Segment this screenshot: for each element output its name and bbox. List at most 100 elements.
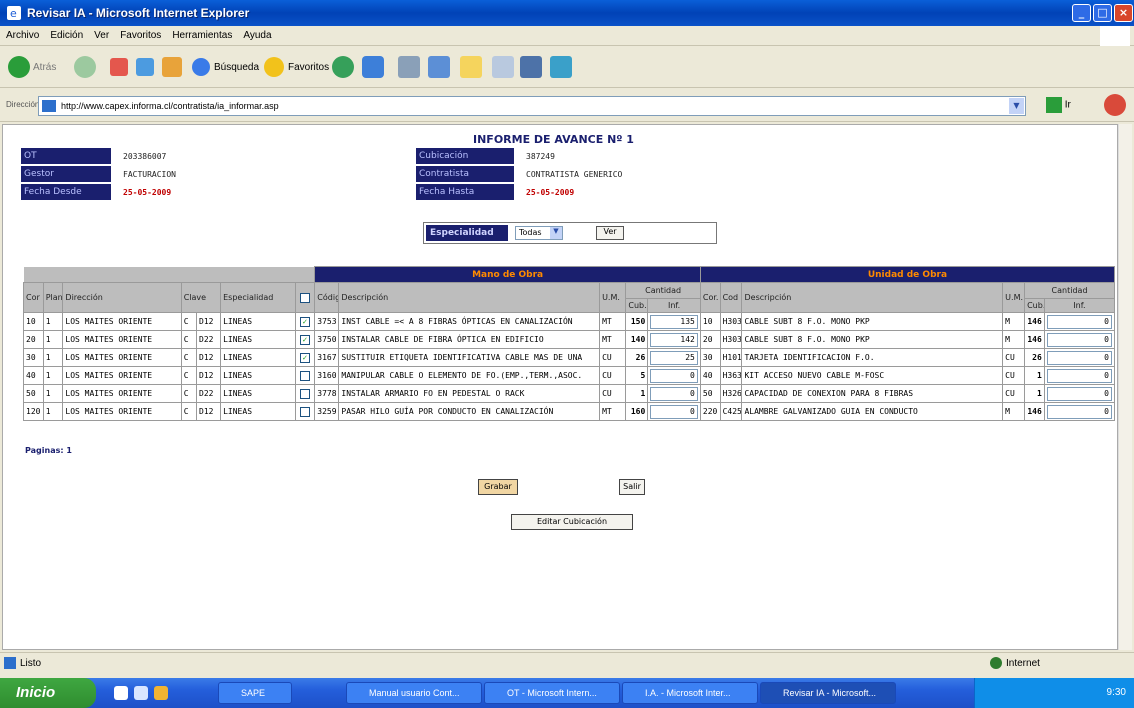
- cubicacion-value: 387249: [526, 152, 555, 161]
- cell-cor: 40: [23, 366, 44, 385]
- cell-descripcion2: ALAMBRE GALVANIZADO GUIA EN CONDUCTO: [741, 402, 1004, 421]
- informado-input[interactable]: 0: [650, 404, 698, 419]
- refresh-button[interactable]: [136, 54, 154, 80]
- row-checkbox[interactable]: ✓: [299, 352, 310, 363]
- address-input[interactable]: http://www.capex.informa.cl/contratista/…: [38, 96, 1026, 116]
- cell-clave: C: [180, 312, 198, 331]
- cell-clave: C: [180, 402, 198, 421]
- ver-button[interactable]: Ver: [596, 226, 624, 240]
- informado-input[interactable]: 0: [650, 386, 698, 401]
- cell-cor: 120: [23, 402, 44, 421]
- cell-clave-code: D12: [196, 312, 222, 331]
- home-button[interactable]: [162, 54, 182, 80]
- informado-unidad-input[interactable]: 0: [1046, 368, 1112, 383]
- quicklaunch-ie-icon[interactable]: [114, 686, 128, 700]
- edit-button[interactable]: [428, 54, 450, 80]
- cell-codigo: 3750: [314, 330, 340, 349]
- stop-icon: [110, 58, 128, 76]
- unidad-obra-header: Unidad de Obra: [699, 266, 1116, 283]
- print-button[interactable]: [398, 54, 420, 80]
- cell-um2: CU: [1002, 384, 1026, 403]
- row-checkbox[interactable]: ✓: [299, 316, 310, 327]
- informado-unidad-input[interactable]: 0: [1046, 386, 1112, 401]
- cell-cor: 20: [23, 330, 44, 349]
- history-button[interactable]: [332, 54, 354, 80]
- cell-cor: 30: [23, 348, 44, 367]
- links-icon[interactable]: [1104, 94, 1126, 116]
- go-button[interactable]: Ir: [1046, 97, 1086, 115]
- informado-unidad-input[interactable]: 0: [1046, 332, 1112, 347]
- cell-cor: 50: [23, 384, 44, 403]
- cell-cor2: 220: [699, 402, 721, 421]
- quicklaunch-media-icon[interactable]: [154, 686, 168, 700]
- stop-button[interactable]: [110, 54, 128, 80]
- menu-edicion[interactable]: Edición: [44, 26, 88, 41]
- start-button[interactable]: Inicio: [0, 678, 96, 708]
- select-all-checkbox[interactable]: [299, 292, 310, 303]
- quicklaunch-desktop-icon[interactable]: [134, 686, 148, 700]
- status-text: Listo: [20, 658, 42, 669]
- cell-um2: M: [1002, 402, 1026, 421]
- cell-plano: 1: [42, 366, 64, 385]
- informado-unidad-input[interactable]: 0: [1046, 350, 1112, 365]
- row-checkbox[interactable]: [299, 388, 310, 399]
- cell-cor2: 30: [699, 348, 721, 367]
- cell-descripcion2: CAPACIDAD DE CONEXION PARA 8 FIBRAS: [741, 384, 1004, 403]
- messenger-button[interactable]: [550, 54, 572, 80]
- menu-ver[interactable]: Ver: [88, 26, 114, 41]
- mail-button[interactable]: [362, 54, 384, 80]
- task-ot[interactable]: OT - Microsoft Intern...: [484, 682, 620, 704]
- maximize-button[interactable]: □: [1093, 4, 1112, 22]
- menu-herramientas[interactable]: Herramientas: [166, 26, 237, 41]
- task-ia[interactable]: I.A. - Microsoft Inter...: [622, 682, 758, 704]
- informado-unidad-input[interactable]: 0: [1046, 314, 1112, 329]
- cell-descripcion: INST CABLE =< A 8 FIBRAS ÓPTICAS EN CANA…: [338, 312, 601, 331]
- favorites-button[interactable]: Favoritos: [264, 54, 329, 80]
- task-sape[interactable]: SAPE: [218, 682, 292, 704]
- folder-button[interactable]: [460, 54, 482, 80]
- dropdown-arrow-icon[interactable]: ▼: [1009, 98, 1024, 114]
- cell-descripcion: MANIPULAR CABLE O ELEMENTO DE FO.(EMP.,T…: [338, 366, 601, 385]
- fecha-hasta-label: Fecha Hasta: [416, 184, 514, 200]
- especialidad-select[interactable]: Todas ▼: [515, 226, 563, 240]
- cell-descripcion2: CABLE SUBT 8 F.O. MONO PKP: [741, 330, 1004, 349]
- search-button[interactable]: Búsqueda: [192, 54, 259, 80]
- research-button[interactable]: [520, 54, 542, 80]
- close-button[interactable]: ×: [1114, 4, 1133, 22]
- contratista-label: Contratista: [416, 166, 514, 182]
- editar-cubicacion-button[interactable]: Editar Cubicación: [511, 514, 633, 530]
- page-link[interactable]: 1: [66, 446, 72, 455]
- cell-direccion: LOS MAITES ORIENTE: [62, 384, 182, 403]
- forward-button[interactable]: [74, 54, 96, 80]
- cell-cub: 140: [625, 330, 649, 349]
- row-checkbox[interactable]: ✓: [299, 334, 310, 345]
- menu-favoritos[interactable]: Favoritos: [114, 26, 166, 41]
- table-row: 50 1 LOS MAITES ORIENTE C D22 LINEAS 3778 INSTA…: [23, 384, 1116, 403]
- col-inf2: Inf.: [1043, 298, 1116, 313]
- informado-input[interactable]: 142: [650, 332, 698, 347]
- vertical-scrollbar[interactable]: [1118, 124, 1132, 650]
- internet-zone-icon: [990, 657, 1002, 669]
- informado-input[interactable]: 25: [650, 350, 698, 365]
- menu-archivo[interactable]: Archivo: [0, 26, 44, 41]
- informado-input[interactable]: 0: [650, 368, 698, 383]
- row-checkbox[interactable]: [299, 406, 310, 417]
- task-revisar-ia[interactable]: Revisar IA - Microsoft...: [760, 682, 896, 704]
- col-descripcion: Descripción: [338, 282, 601, 313]
- home-icon: [162, 57, 182, 77]
- minimize-button[interactable]: _: [1072, 4, 1091, 22]
- grabar-button[interactable]: Grabar: [478, 479, 518, 495]
- back-button[interactable]: Atrás: [8, 54, 56, 80]
- cell-cub: 160: [625, 402, 649, 421]
- row-checkbox[interactable]: [299, 370, 310, 381]
- salir-button[interactable]: Salir: [619, 479, 645, 495]
- informado-input[interactable]: 135: [650, 314, 698, 329]
- page-button[interactable]: [492, 54, 514, 80]
- cell-clave-code: D22: [196, 384, 222, 403]
- table-row: 20 1 LOS MAITES ORIENTE C D22 LINEAS ✓ 3750 INST…: [23, 330, 1116, 349]
- col-cub: Cub.: [625, 298, 649, 313]
- informado-unidad-input[interactable]: 0: [1046, 404, 1112, 419]
- menu-ayuda[interactable]: Ayuda: [237, 26, 276, 41]
- task-manual[interactable]: Manual usuario Cont...: [346, 682, 482, 704]
- cell-cub2: 1: [1024, 366, 1045, 385]
